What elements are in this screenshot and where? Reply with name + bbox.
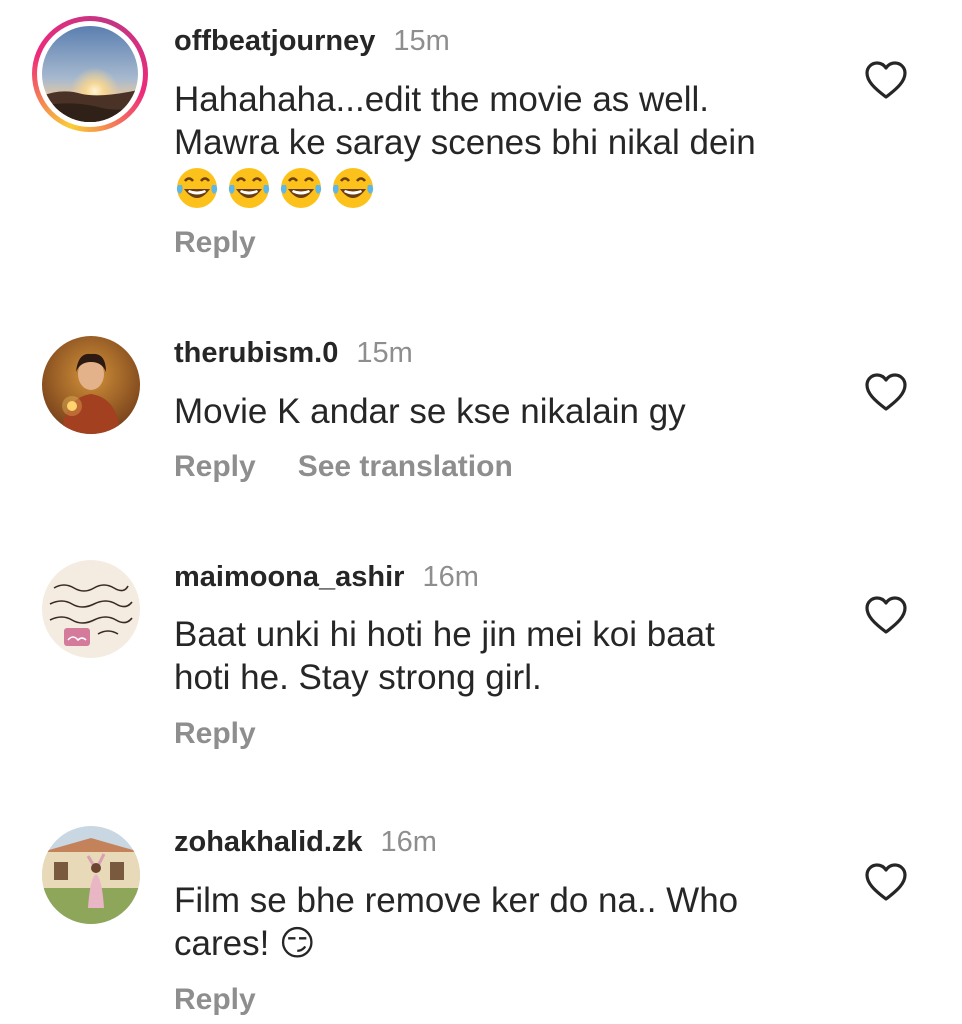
- heart-icon[interactable]: [864, 372, 908, 412]
- heart-icon[interactable]: [864, 595, 908, 635]
- comment-text-line: Film se bhe remove ker do na.. Who: [174, 881, 739, 920]
- avatar[interactable]: [42, 336, 140, 434]
- comments-list: offbeatjourney 15m Hahahaha...edit the mo…: [0, 0, 962, 1024]
- heart-icon[interactable]: [864, 60, 908, 100]
- comment-text-line: hoti he. Stay strong girl.: [174, 658, 542, 697]
- comment-username[interactable]: zohakhalid.zk: [174, 826, 363, 858]
- girl-outdoors-avatar-image: [42, 826, 140, 924]
- comment-timestamp: 15m: [393, 25, 450, 57]
- laughing-tears-emoji-icon: [280, 167, 322, 208]
- comment-text: Movie K andar se kse nikalain gy: [174, 390, 834, 433]
- reply-button[interactable]: Reply: [174, 225, 256, 261]
- comment-timestamp: 15m: [356, 337, 413, 369]
- woman-painting-avatar-image: [42, 336, 140, 434]
- see-translation-button[interactable]: See translation: [298, 449, 513, 485]
- comment-text-line: cares! 😏: [174, 924, 316, 963]
- comment-text: Hahahaha...edit the movie as well. Mawra…: [174, 78, 834, 212]
- reply-button[interactable]: Reply: [174, 449, 256, 485]
- comment-username[interactable]: maimoona_ashir: [174, 561, 404, 593]
- avatar[interactable]: [42, 826, 140, 924]
- reply-button[interactable]: Reply: [174, 716, 256, 752]
- avatar-with-story-ring[interactable]: [32, 16, 148, 132]
- sunset-avatar-image: [42, 26, 138, 122]
- comment-text-line: Baat unki hi hoti he jin mei koi baat: [174, 615, 715, 654]
- laughing-tears-emoji-icon: [228, 167, 270, 208]
- comment-timestamp: 16m: [422, 561, 479, 593]
- comment-text-line: Mawra ke saray scenes bhi nikal dein: [174, 123, 756, 162]
- heart-icon[interactable]: [864, 862, 908, 902]
- calligraphy-avatar-image: [42, 560, 140, 658]
- laughing-tears-emoji-icon: [176, 167, 218, 208]
- avatar[interactable]: [42, 560, 140, 658]
- comment-username[interactable]: offbeatjourney: [174, 25, 375, 57]
- comment-username[interactable]: therubism.0: [174, 337, 338, 369]
- reply-button[interactable]: Reply: [174, 982, 256, 1018]
- avatar: [42, 26, 138, 122]
- comment-emoji-line: [174, 164, 834, 212]
- comment-text-line: Hahahaha...edit the movie as well.: [174, 80, 710, 119]
- comment-text-line: Movie K andar se kse nikalain gy: [174, 392, 686, 431]
- comment-text: Baat unki hi hoti he jin mei koi baat ho…: [174, 613, 834, 699]
- comment-timestamp: 16m: [380, 826, 437, 858]
- laughing-tears-emoji-icon: [332, 167, 374, 208]
- laughing-emojis: [174, 165, 376, 211]
- comment-text: Film se bhe remove ker do na.. Who cares…: [174, 879, 834, 965]
